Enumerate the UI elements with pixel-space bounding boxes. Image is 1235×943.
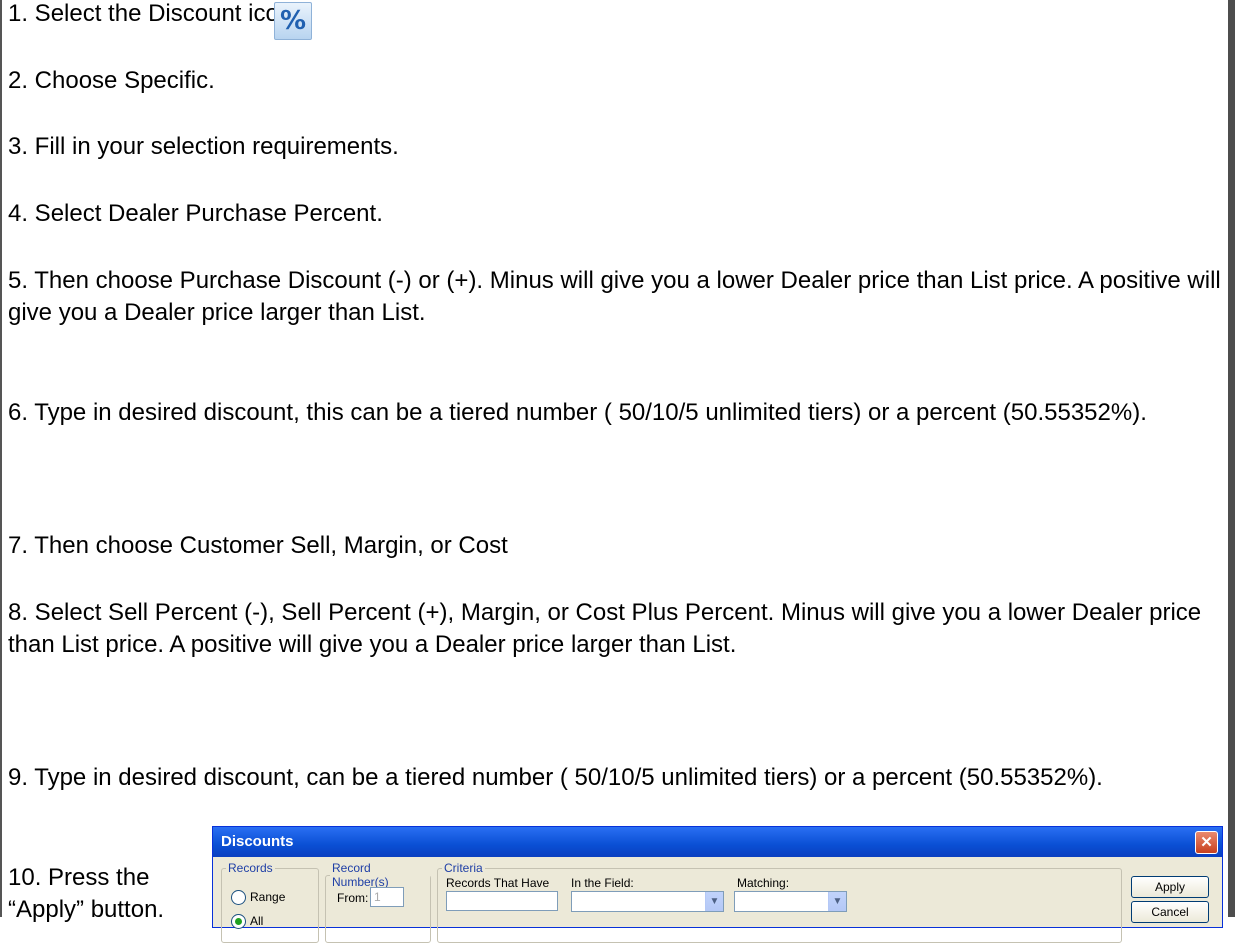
dialog-titlebar[interactable]: Discounts ✕ bbox=[213, 827, 1222, 857]
window-right-border bbox=[1228, 0, 1235, 917]
step-3: 3. Fill in your selection requirements. bbox=[8, 133, 399, 160]
step-7: 7. Then choose Customer Sell, Margin, or… bbox=[8, 532, 508, 559]
step-4: 4. Select Dealer Purchase Percent. bbox=[8, 200, 383, 227]
range-radio[interactable] bbox=[231, 890, 246, 905]
in-the-field-select[interactable]: ▼ bbox=[571, 891, 724, 912]
percent-icon[interactable]: % bbox=[274, 2, 312, 40]
records-legend: Records bbox=[228, 861, 273, 875]
step-2: 2. Choose Specific. bbox=[8, 67, 215, 94]
records-that-have-input[interactable] bbox=[446, 891, 558, 911]
window-left-border bbox=[0, 0, 2, 917]
step-10: 10. Press the “Apply” button. bbox=[8, 864, 165, 923]
all-label: All bbox=[250, 914, 264, 928]
step-1: 1. Select the Discount icon. bbox=[8, 0, 299, 27]
dialog-title: Discounts bbox=[221, 833, 294, 850]
matching-label: Matching: bbox=[737, 876, 790, 890]
cancel-button[interactable]: Cancel bbox=[1131, 901, 1209, 923]
step-9: 9. Type in desired discount, can be a ti… bbox=[8, 764, 1103, 791]
step-8: 8. Select Sell Percent (-), Sell Percent… bbox=[8, 599, 1202, 658]
from-input[interactable]: 1 bbox=[370, 887, 404, 907]
criteria-legend: Criteria bbox=[444, 861, 483, 875]
range-label: Range bbox=[250, 890, 286, 904]
step-6: 6. Type in desired discount, this can be… bbox=[8, 399, 1147, 426]
step-5: 5. Then choose Purchase Discount (-) or … bbox=[8, 267, 1221, 326]
in-the-field-label: In the Field: bbox=[571, 876, 634, 890]
discounts-dialog: Discounts ✕ Records Range All Record Num… bbox=[212, 826, 1223, 943]
chevron-down-icon[interactable]: ▼ bbox=[828, 892, 846, 911]
records-that-have-label: Records That Have bbox=[446, 876, 550, 890]
apply-button[interactable]: Apply bbox=[1131, 876, 1209, 898]
matching-select[interactable]: ▼ bbox=[734, 891, 847, 912]
close-icon[interactable]: ✕ bbox=[1195, 831, 1218, 854]
record-numbers-legend: Record Number(s) bbox=[332, 861, 389, 889]
from-label: From: bbox=[337, 891, 369, 905]
all-radio[interactable] bbox=[231, 914, 246, 929]
chevron-down-icon[interactable]: ▼ bbox=[705, 892, 723, 911]
